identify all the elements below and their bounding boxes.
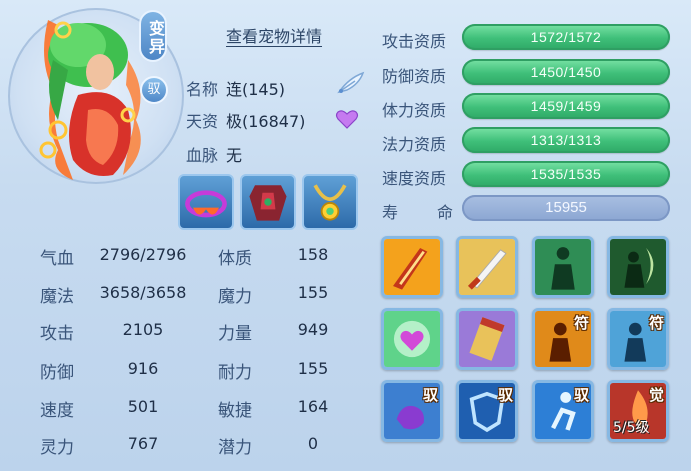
equipment-slot-necklace[interactable]	[302, 174, 358, 230]
attr-endurance-value: 155	[297, 359, 329, 378]
skill-slot-9[interactable]: 驭	[381, 380, 443, 442]
attr-hp-label: 气血	[40, 249, 74, 269]
aptitude-attack-label: 攻击资质	[382, 32, 447, 51]
scroll-icon	[459, 311, 515, 367]
view-pet-details-link[interactable]: 查看宠物详情	[226, 23, 322, 47]
skill-slot-1[interactable]	[381, 236, 443, 298]
attr-mp-value: 3658/3658	[99, 283, 187, 302]
life-bar: 15955	[462, 195, 670, 221]
aptitude-defense-label: 防御资质	[382, 67, 447, 86]
life-label-b: 命	[437, 203, 454, 222]
attr-speed-label: 速度	[40, 401, 74, 421]
armor-icon	[249, 185, 287, 221]
skill-slot-10[interactable]: 驭	[456, 380, 518, 442]
aptitude-magic-label: 法力资质	[382, 135, 447, 154]
attr-magic-value: 155	[297, 283, 329, 302]
aptitude-speed-bar: 1535/1535	[462, 161, 670, 187]
aptitude-magic-bar: 1313/1313	[462, 127, 670, 153]
skill-tag-jue: 觉	[648, 386, 664, 404]
tame-badge: 驭	[140, 76, 168, 104]
moon-warrior-icon	[610, 239, 666, 295]
heart-shield-icon	[384, 311, 440, 367]
skill-slot-4[interactable]	[607, 236, 669, 298]
necklace-icon	[313, 184, 347, 221]
aptitude-speed-label: 速度资质	[382, 169, 447, 188]
attr-defense-value: 916	[127, 359, 159, 378]
attr-defense-label: 防御	[40, 363, 74, 383]
attr-potential-label: 潜力	[218, 438, 252, 458]
attr-potential-value: 0	[307, 434, 319, 453]
attr-strength-label: 力量	[218, 324, 252, 344]
attr-spirit-value: 767	[127, 434, 159, 453]
skill-slot-5[interactable]	[381, 308, 443, 370]
attr-speed-value: 501	[127, 397, 159, 416]
life-label-a: 寿	[382, 203, 399, 222]
attr-hp-value: 2796/2796	[99, 245, 187, 264]
figure-silhouette-icon	[535, 239, 591, 295]
attr-constitution-label: 体质	[218, 249, 252, 269]
skill-tag-yu-2: 驭	[497, 386, 513, 404]
skill-tag-yu-1: 驭	[422, 386, 438, 404]
skill-tag-yu-3: 驭	[573, 386, 589, 404]
skill-tag-fu-2: 符	[648, 314, 664, 332]
attr-attack-label: 攻击	[40, 324, 74, 344]
aptitude-defense-bar: 1450/1450	[462, 59, 670, 85]
equipment-slot-armor[interactable]	[240, 174, 296, 230]
skill-slot-3[interactable]	[532, 236, 594, 298]
skill-slot-2[interactable]	[456, 236, 518, 298]
bloodline-label: 血脉	[186, 146, 219, 165]
talent-label: 天资	[186, 112, 219, 131]
attr-attack-value: 2105	[122, 320, 164, 339]
attr-constitution-value: 158	[297, 245, 329, 264]
sword-icon	[459, 239, 515, 295]
attr-magic-label: 魔力	[218, 287, 252, 307]
variant-badge: 变异	[139, 10, 167, 62]
equipment-slot-collar[interactable]	[178, 174, 234, 230]
name-value: 连(145)	[226, 80, 286, 99]
rename-feather-icon[interactable]	[335, 70, 367, 96]
attr-spirit-label: 灵力	[40, 438, 74, 458]
skill-slot-7[interactable]: 符	[532, 308, 594, 370]
attr-endurance-label: 耐力	[218, 363, 252, 383]
collar-icon	[185, 190, 227, 218]
skill-slot-8[interactable]: 符	[607, 308, 669, 370]
awaken-level: 5/5级	[613, 420, 650, 436]
flaming-blade-icon	[384, 239, 440, 295]
aptitude-stamina-bar: 1459/1459	[462, 93, 670, 119]
attr-mp-label: 魔法	[40, 287, 74, 307]
attr-agility-label: 敏捷	[218, 401, 252, 421]
heart-icon[interactable]	[335, 108, 359, 130]
aptitude-attack-bar: 1572/1572	[462, 24, 670, 50]
attr-strength-value: 949	[297, 320, 329, 339]
bloodline-value: 无	[226, 146, 243, 165]
aptitude-stamina-label: 体力资质	[382, 101, 447, 120]
name-label: 名称	[186, 80, 219, 99]
skill-slot-11[interactable]: 驭	[532, 380, 594, 442]
skill-tag-fu: 符	[573, 314, 589, 332]
skill-slot-6[interactable]	[456, 308, 518, 370]
skill-slot-12-awaken[interactable]: 觉 5/5级	[607, 380, 669, 442]
attr-agility-value: 164	[297, 397, 329, 416]
talent-value: 极(16847)	[226, 112, 306, 131]
